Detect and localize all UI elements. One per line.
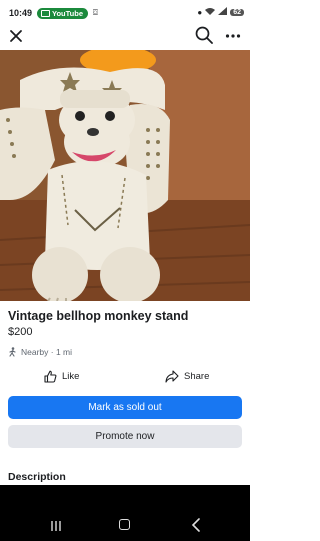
status-icons: ● 62: [197, 7, 244, 17]
wifi-icon: [205, 7, 216, 17]
recents-button[interactable]: [50, 519, 62, 531]
promote-now-button[interactable]: Promote now: [8, 425, 242, 448]
status-bar: 10:49 YouTube ⌼ ● 62: [0, 0, 250, 26]
recents-icon: [51, 521, 61, 531]
back-chevron-icon: [191, 518, 200, 532]
share-button[interactable]: Share: [165, 370, 209, 383]
system-nav-bar: [0, 509, 250, 541]
more-icon: [225, 34, 241, 38]
location-pin-icon: ●: [197, 7, 203, 17]
youtube-indicator[interactable]: YouTube: [37, 7, 88, 19]
screen-record-icon: ⌼: [93, 8, 98, 17]
home-button[interactable]: [119, 519, 130, 530]
close-icon: [10, 30, 22, 42]
tv-icon: [41, 9, 51, 17]
share-label: Share: [184, 371, 210, 382]
bottom-overlay: [0, 485, 250, 509]
location-label: Nearby · 1 mi: [21, 347, 73, 357]
back-button[interactable]: [190, 518, 202, 532]
close-button[interactable]: [9, 26, 25, 44]
search-icon: [195, 26, 213, 44]
description-heading: Description: [8, 471, 66, 483]
thumbs-up-icon: [44, 370, 57, 383]
share-arrow-icon: [165, 370, 179, 383]
top-app-bar: [0, 26, 250, 46]
more-options-button[interactable]: [225, 26, 243, 44]
like-label: Like: [62, 371, 80, 382]
status-time: 10:49: [9, 8, 33, 18]
listing-photo[interactable]: [0, 50, 250, 301]
listing-price: $200: [8, 326, 33, 338]
like-button[interactable]: Like: [44, 370, 79, 383]
battery-indicator: 62: [230, 8, 244, 16]
mark-as-sold-button[interactable]: Mark as sold out: [8, 396, 242, 419]
listing-title: Vintage bellhop monkey stand: [8, 309, 189, 323]
youtube-label: YouTube: [52, 8, 83, 18]
monkey-stand-image: [0, 50, 250, 301]
walking-person-icon: [9, 347, 16, 357]
search-button[interactable]: [195, 26, 215, 46]
signal-icon: [218, 7, 228, 17]
action-row: Like Share: [0, 368, 250, 388]
listing-location: Nearby · 1 mi: [8, 347, 72, 357]
